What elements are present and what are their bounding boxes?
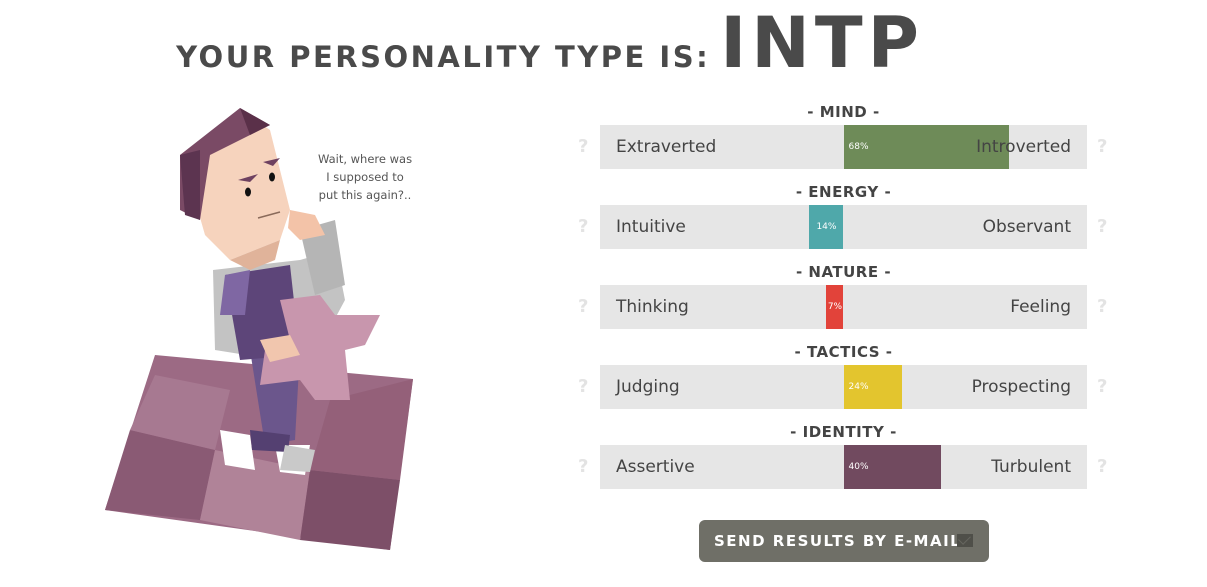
scale-percent: 7%	[827, 302, 843, 312]
trait-left-label: Assertive	[616, 457, 695, 477]
help-icon[interactable]: ?	[1097, 365, 1107, 409]
scale-title: - ENERGY -	[795, 183, 892, 201]
scale-title: - TACTICS -	[794, 343, 893, 361]
scale-nature: - NATURE - ? Thinking Feeling 7% ?	[570, 260, 1120, 340]
help-icon[interactable]: ?	[578, 125, 588, 169]
send-button-label: SEND RESULTS BY E-MAIL	[714, 532, 962, 550]
help-icon[interactable]: ?	[578, 365, 588, 409]
speech-line: I supposed to	[326, 170, 404, 184]
page-title: YOUR PERSONALITY TYPE IS: INTP	[0, 2, 1100, 84]
scale-bar: Intuitive Observant 14%	[600, 205, 1087, 249]
scale-percent: 68%	[848, 142, 869, 152]
trait-right-label: Feeling	[1010, 297, 1071, 317]
send-results-email-button[interactable]: SEND RESULTS BY E-MAIL	[699, 520, 989, 562]
trait-right-label: Prospecting	[971, 377, 1071, 397]
speech-line: put this again?..	[318, 188, 412, 202]
scale-bar: Extraverted Introverted 68%	[600, 125, 1087, 169]
help-icon[interactable]: ?	[1097, 445, 1107, 489]
trait-left-label: Thinking	[616, 297, 689, 317]
trait-right-label: Observant	[982, 217, 1071, 237]
scale-bar: Judging Prospecting 24%	[600, 365, 1087, 409]
scale-title: - NATURE -	[795, 263, 892, 281]
help-icon[interactable]: ?	[578, 445, 588, 489]
speech-bubble: Wait, where was I supposed to put this a…	[310, 150, 420, 204]
help-icon[interactable]: ?	[1097, 205, 1107, 249]
help-icon[interactable]: ?	[578, 285, 588, 329]
personality-scales: - MIND - ? Extraverted Introverted 68% ?…	[570, 100, 1120, 500]
scale-percent: 24%	[848, 382, 869, 392]
scale-bar: Thinking Feeling 7%	[600, 285, 1087, 329]
scale-tactics: - TACTICS - ? Judging Prospecting 24% ?	[570, 340, 1120, 420]
trait-left-label: Intuitive	[616, 217, 686, 237]
scale-percent: 14%	[816, 222, 837, 232]
trait-left-label: Judging	[616, 377, 680, 397]
trait-right-label: Introverted	[976, 137, 1071, 157]
title-prefix: YOUR PERSONALITY TYPE IS:	[176, 40, 711, 74]
scale-mind: - MIND - ? Extraverted Introverted 68% ?	[570, 100, 1120, 180]
trait-right-label: Turbulent	[991, 457, 1071, 477]
trait-left-label: Extraverted	[616, 137, 717, 157]
envelope-icon	[957, 534, 973, 547]
scale-title: - IDENTITY -	[790, 423, 897, 441]
scale-energy: - ENERGY - ? Intuitive Observant 14% ?	[570, 180, 1120, 260]
scale-title: - MIND -	[807, 103, 880, 121]
help-icon[interactable]: ?	[1097, 285, 1107, 329]
speech-line: Wait, where was	[317, 152, 413, 166]
personality-type: INTP	[720, 2, 924, 84]
scale-identity: - IDENTITY - ? Assertive Turbulent 40% ?	[570, 420, 1120, 500]
help-icon[interactable]: ?	[578, 205, 588, 249]
scale-percent: 40%	[848, 462, 869, 472]
scale-bar: Assertive Turbulent 40%	[600, 445, 1087, 489]
help-icon[interactable]: ?	[1097, 125, 1107, 169]
